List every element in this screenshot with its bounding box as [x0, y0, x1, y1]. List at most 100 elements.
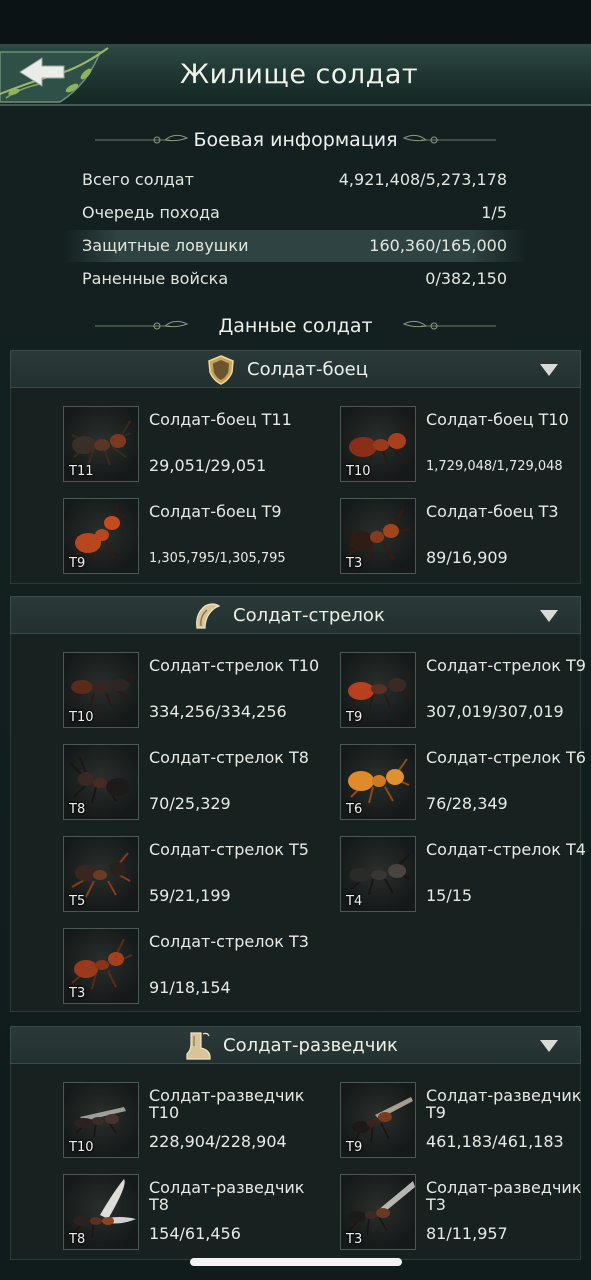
unit-card[interactable]: T8 Солдат-разведчик T8 154/61,456 — [63, 1174, 323, 1254]
category-header-shooter[interactable]: Солдат-стрелок — [10, 596, 581, 634]
unit-thumbnail: T9 — [63, 498, 139, 574]
unit-card[interactable]: T9 Солдат-боец T9 1,305,795/1,305,795 — [63, 498, 323, 578]
unit-count: 307,019/307,019 — [426, 702, 564, 721]
stat-value: 1/5 — [481, 203, 507, 222]
unit-card[interactable]: T3 Солдат-стрелок T3 91/18,154 — [63, 928, 323, 1008]
unit-count: 76/28,349 — [426, 794, 508, 813]
tier-label: T8 — [69, 802, 86, 817]
unit-thumbnail: T5 — [63, 836, 139, 912]
tier-label: T10 — [69, 1140, 94, 1155]
battle-info-heading: Боевая информация — [0, 124, 591, 156]
unit-count: 59/21,199 — [149, 886, 231, 905]
tier-label: T3 — [346, 1232, 363, 1247]
unit-name: Солдат-стрелок T9 — [426, 656, 586, 675]
unit-name: Солдат-стрелок T5 — [149, 840, 309, 859]
category-header-scout[interactable]: Солдат-разведчик — [10, 1026, 581, 1064]
unit-card[interactable]: T11 Солдат-боец T11 29,051/29,051 — [63, 406, 323, 486]
tier-label: T4 — [346, 894, 363, 909]
stat-row-march-queue: Очередь похода 1/5 — [62, 197, 527, 229]
unit-thumbnail: T4 — [340, 836, 416, 912]
horn-icon — [196, 603, 221, 629]
page-title: Жилище солдат — [180, 59, 419, 90]
unit-card[interactable]: T3 Солдат-разведчик T3 81/11,957 — [340, 1174, 591, 1254]
unit-name: Солдат-стрелок T8 — [149, 748, 309, 767]
stat-label: Очередь похода — [82, 203, 220, 222]
unit-card[interactable]: T5 Солдат-стрелок T5 59/21,199 — [63, 836, 323, 916]
stat-value: 0/382,150 — [425, 269, 507, 288]
unit-thumbnail: T11 — [63, 406, 139, 482]
unit-name: Солдат-стрелок T4 — [426, 840, 586, 859]
unit-count: 91/18,154 — [149, 978, 231, 997]
unit-name: Солдат-стрелок T3 — [149, 932, 309, 951]
unit-thumbnail: T8 — [63, 744, 139, 820]
tier-label: T9 — [69, 556, 86, 571]
chevron-down-icon — [540, 610, 558, 622]
unit-count: 1,729,048/1,729,048 — [426, 459, 563, 474]
stat-row-wounded: Раненные войска 0/382,150 — [62, 263, 527, 295]
ornament-right-icon — [402, 134, 496, 144]
status-bar-area — [0, 0, 591, 44]
unit-count: 1,305,795/1,305,795 — [149, 551, 286, 566]
unit-thumbnail: T10 — [63, 652, 139, 728]
unit-name: Солдат-разведчик T10 — [149, 1086, 305, 1122]
unit-thumbnail: T3 — [340, 1174, 416, 1250]
tier-label: T10 — [346, 464, 371, 479]
stat-label: Раненные войска — [82, 269, 229, 288]
chevron-down-icon — [540, 364, 558, 376]
unit-count: 15/15 — [426, 886, 473, 905]
category-name: Солдат-стрелок — [233, 605, 385, 626]
ornament-right-icon — [402, 320, 496, 330]
tier-label: T9 — [346, 710, 363, 725]
unit-card[interactable]: T10 Солдат-стрелок T10 334,256/334,256 — [63, 652, 323, 732]
unit-card[interactable]: T10 Солдат-разведчик T10 228,904/228,904 — [63, 1082, 323, 1162]
unit-card[interactable]: T3 Солдат-боец T3 89/16,909 — [340, 498, 591, 578]
unit-card[interactable]: T6 Солдат-стрелок T6 76/28,349 — [340, 744, 591, 824]
unit-count: 334,256/334,256 — [149, 702, 287, 721]
unit-count: 70/25,329 — [149, 794, 231, 813]
unit-name: Солдат-разведчик T8 — [149, 1178, 305, 1214]
tier-label: T10 — [69, 710, 94, 725]
category-panel-scout: T10 Солдат-разведчик T10 228,904/228,904… — [10, 1064, 581, 1260]
unit-thumbnail: T8 — [63, 1174, 139, 1250]
unit-thumbnail: T9 — [340, 1082, 416, 1158]
stat-label: Всего солдат — [82, 170, 194, 189]
stat-row-traps: Защитные ловушки 160,360/165,000 — [62, 230, 527, 262]
unit-card[interactable]: T8 Солдат-стрелок T8 70/25,329 — [63, 744, 323, 824]
unit-card[interactable]: T9 Солдат-разведчик T9 461,183/461,183 — [340, 1082, 591, 1162]
unit-name: Солдат-боец T3 — [426, 502, 559, 521]
unit-name: Солдат-разведчик T3 — [426, 1178, 582, 1214]
unit-name: Солдат-разведчик T9 — [426, 1086, 582, 1122]
category-header-fighter[interactable]: Солдат-боец — [10, 350, 581, 388]
unit-thumbnail: T10 — [63, 1082, 139, 1158]
tier-label: T8 — [69, 1232, 86, 1247]
category-panel-shooter: T10 Солдат-стрелок T10 334,256/334,256 T… — [10, 634, 586, 1012]
tier-label: T3 — [346, 556, 363, 571]
unit-name: Солдат-боец T9 — [149, 502, 282, 521]
shield-icon — [208, 355, 234, 385]
back-arrow-icon — [0, 47, 109, 103]
unit-card[interactable]: T4 Солдат-стрелок T4 15/15 — [340, 836, 591, 916]
stat-value: 4,921,408/5,273,178 — [338, 170, 507, 189]
unit-thumbnail: T3 — [63, 928, 139, 1004]
soldier-data-title: Данные солдат — [218, 315, 373, 337]
category-panel-fighter: T11 Солдат-боец T11 29,051/29,051 T10 Со… — [10, 388, 581, 584]
tier-label: T9 — [346, 1140, 363, 1155]
unit-card[interactable]: T9 Солдат-стрелок T9 307,019/307,019 — [340, 652, 591, 732]
category-name: Солдат-разведчик — [223, 1035, 398, 1056]
tier-label: T3 — [69, 986, 86, 1001]
stat-value: 160,360/165,000 — [369, 236, 507, 255]
battle-info-title: Боевая информация — [193, 129, 398, 151]
unit-count: 89/16,909 — [426, 548, 508, 567]
unit-count: 228,904/228,904 — [149, 1132, 287, 1151]
home-indicator[interactable] — [190, 1258, 402, 1266]
unit-thumbnail: T6 — [340, 744, 416, 820]
unit-card[interactable]: T10 Солдат-боец T10 1,729,048/1,729,048 — [340, 406, 591, 486]
boot-icon — [186, 1032, 211, 1060]
category-name: Солдат-боец — [247, 359, 368, 380]
unit-thumbnail: T10 — [340, 406, 416, 482]
stat-row-total-soldiers: Всего солдат 4,921,408/5,273,178 — [62, 164, 527, 196]
unit-thumbnail: T3 — [340, 498, 416, 574]
unit-name: Солдат-стрелок T6 — [426, 748, 586, 767]
back-button[interactable] — [0, 44, 112, 106]
unit-name: Солдат-стрелок T10 — [149, 656, 320, 675]
